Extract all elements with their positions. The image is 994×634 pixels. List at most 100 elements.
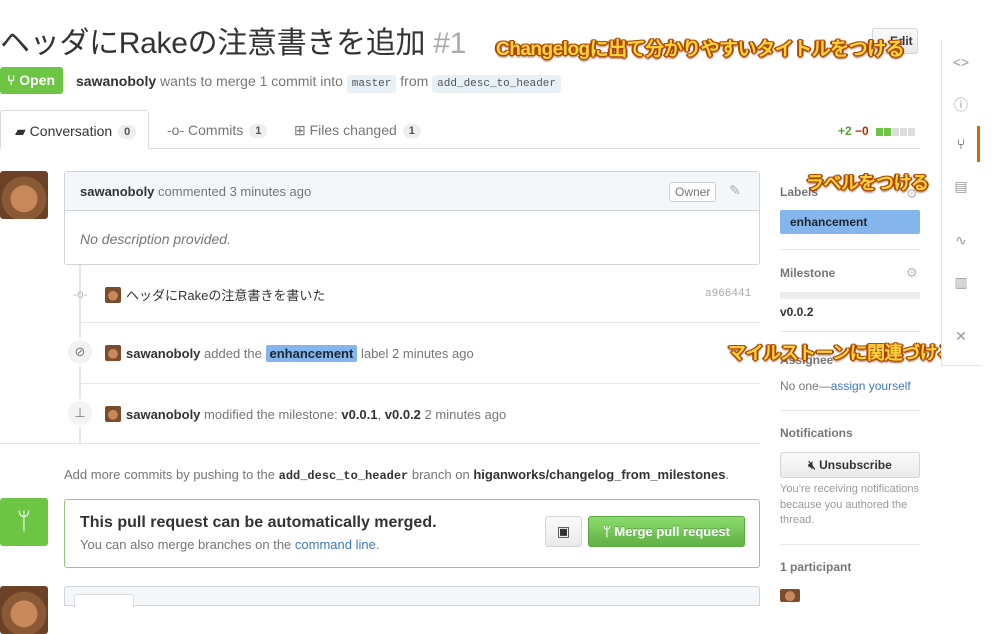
pulse-icon[interactable]: ∿ <box>951 232 971 249</box>
pencil-icon[interactable]: ✎ <box>729 182 741 199</box>
settings-icon[interactable]: ✕ <box>951 328 971 345</box>
diff-icon: ⊞ <box>294 122 306 138</box>
write-tab[interactable] <box>74 594 134 607</box>
merge-box: This pull request can be automatically m… <box>64 499 760 568</box>
avatar[interactable] <box>0 586 48 634</box>
graphs-icon[interactable]: ▥ <box>951 274 971 291</box>
author-link[interactable]: sawanoboly <box>76 73 156 89</box>
conversation-icon: ▰ <box>15 123 26 139</box>
push-note-text: Add more commits by pushing to the <box>64 467 275 482</box>
diffstat-deletions: −0 <box>855 124 869 138</box>
merge-subtitle-text: . <box>375 537 380 552</box>
assignee-value: No one—assign yourself <box>780 379 911 393</box>
merge-subtitle-text: You can also merge branches on the <box>80 537 292 552</box>
from-text: from <box>400 73 429 89</box>
commit-row: ヘッダにRakeの注意書きを書いた <box>105 285 325 304</box>
wiki-icon[interactable]: ▤ <box>951 178 971 195</box>
tab-commits[interactable]: -o- Commits 1 <box>167 110 268 149</box>
milestone-progress <box>780 292 920 299</box>
merge-text: wants to merge 1 commit into <box>160 73 343 89</box>
avatar[interactable] <box>105 406 121 422</box>
issues-icon[interactable]: ⓘ <box>951 95 971 115</box>
event-actor[interactable]: sawanoboly <box>126 407 200 422</box>
diffstat: +2 −0 <box>838 124 916 139</box>
tab-label: Commits <box>188 122 244 138</box>
avatar[interactable] <box>780 589 800 602</box>
desktop-icon[interactable]: ▣ <box>545 516 582 547</box>
comment-header: sawanoboly commented 3 minutes ago <box>65 172 759 211</box>
label-annotation: ラベルをつける <box>806 173 929 193</box>
event-separator: , <box>377 407 382 422</box>
sidebar-label[interactable]: enhancement <box>780 210 920 234</box>
merge-button-icon: ᛘ <box>602 524 611 539</box>
sidebar-divider <box>780 544 920 545</box>
merge-button[interactable]: ᛘ Merge pull request <box>588 516 745 547</box>
new-milestone[interactable]: v0.0.2 <box>385 407 421 422</box>
state-label: Open <box>19 72 56 88</box>
milestone-annotation: マイルストーンに関連づける <box>728 343 955 363</box>
milestone-value[interactable]: v0.0.2 <box>780 305 813 319</box>
milestone-heading[interactable]: Milestone <box>780 266 835 280</box>
diffstat-additions: +2 <box>838 124 852 138</box>
new-comment-box <box>64 586 760 606</box>
merge-status-subtitle: You can also merge branches on the comma… <box>80 537 379 552</box>
timeline-divider <box>79 383 760 384</box>
comment-author[interactable]: sawanoboly <box>80 184 154 199</box>
tab-label: Files changed <box>309 122 397 138</box>
label-event: sawanoboly added the enhancement label 2… <box>105 345 474 362</box>
event-text: 2 minutes ago <box>424 407 507 422</box>
git-merge-icon: ᛘ <box>0 498 48 546</box>
timeline-end-divider <box>0 443 760 444</box>
code-icon[interactable]: <> <box>951 54 971 70</box>
notifications-heading: Notifications <box>780 426 853 440</box>
repo-link[interactable]: higanworks/changelog_from_milestones <box>473 467 725 482</box>
label-pill[interactable]: enhancement <box>265 345 358 362</box>
pull-requests-icon[interactable]: ⑂ <box>951 136 971 152</box>
tab-files-changed[interactable]: ⊞ Files changed 1 <box>294 110 421 149</box>
tab-counter: 0 <box>118 125 137 139</box>
merge-button-label: Merge pull request <box>614 524 730 539</box>
pr-title-text: ヘッダにRakeの注意書きを追加 <box>0 27 426 60</box>
pr-meta: sawanoboly wants to merge 1 commit into … <box>76 73 561 93</box>
timeline-divider <box>79 322 760 323</box>
event-text: added the <box>204 346 262 361</box>
gear-icon[interactable]: ⚙ <box>906 265 918 281</box>
owner-badge: Owner <box>669 182 717 202</box>
push-note-text: branch on <box>411 467 470 482</box>
unsubscribe-label: Unsubscribe <box>819 458 892 472</box>
pr-number: #1 <box>433 27 467 60</box>
merge-status-title: This pull request can be automatically m… <box>80 514 437 531</box>
avatar[interactable] <box>0 171 48 219</box>
avatar[interactable] <box>105 287 121 303</box>
repo-nav <box>941 40 981 366</box>
commit-sha[interactable]: a966441 <box>705 288 751 300</box>
comment: sawanoboly commented 3 minutes ago Owner… <box>64 171 760 265</box>
avatar[interactable] <box>105 345 121 361</box>
sidebar-divider <box>780 249 920 250</box>
assign-yourself-link[interactable]: assign yourself <box>831 379 911 393</box>
mute-icon: 🔇︎ <box>808 458 816 472</box>
commit-message[interactable]: ヘッダにRakeの注意書きを書いた <box>126 288 325 303</box>
tag-icon: ⊘ <box>66 338 94 366</box>
sidebar-divider <box>780 410 920 411</box>
tab-conversation[interactable]: ▰ Conversation 0 <box>0 110 149 149</box>
old-milestone[interactable]: v0.0.1 <box>341 407 377 422</box>
event-actor[interactable]: sawanoboly <box>126 346 200 361</box>
unsubscribe-button[interactable]: 🔇︎ Unsubscribe <box>780 452 920 478</box>
assignee-none: No one— <box>780 379 831 393</box>
diffstat-blocks <box>875 125 916 139</box>
comment-action[interactable]: commented 3 minutes ago <box>158 184 311 199</box>
participants-heading: 1 participant <box>780 560 852 574</box>
milestone-name[interactable]: v0.0.2 <box>780 305 813 319</box>
command-line-link[interactable]: command line <box>295 537 376 552</box>
head-branch[interactable]: add_desc_to_header <box>432 75 561 93</box>
base-branch[interactable]: master <box>346 75 397 93</box>
comment-body: No description provided. <box>80 231 231 247</box>
tab-counter: 1 <box>249 124 268 138</box>
state-badge: ⑂ Open <box>0 67 64 94</box>
tab-counter: 1 <box>402 124 421 138</box>
repo-nav-active-indicator <box>977 126 980 162</box>
event-text: label 2 minutes ago <box>360 346 474 361</box>
event-text: modified the milestone: <box>204 407 338 422</box>
push-note-text: . <box>725 467 730 482</box>
